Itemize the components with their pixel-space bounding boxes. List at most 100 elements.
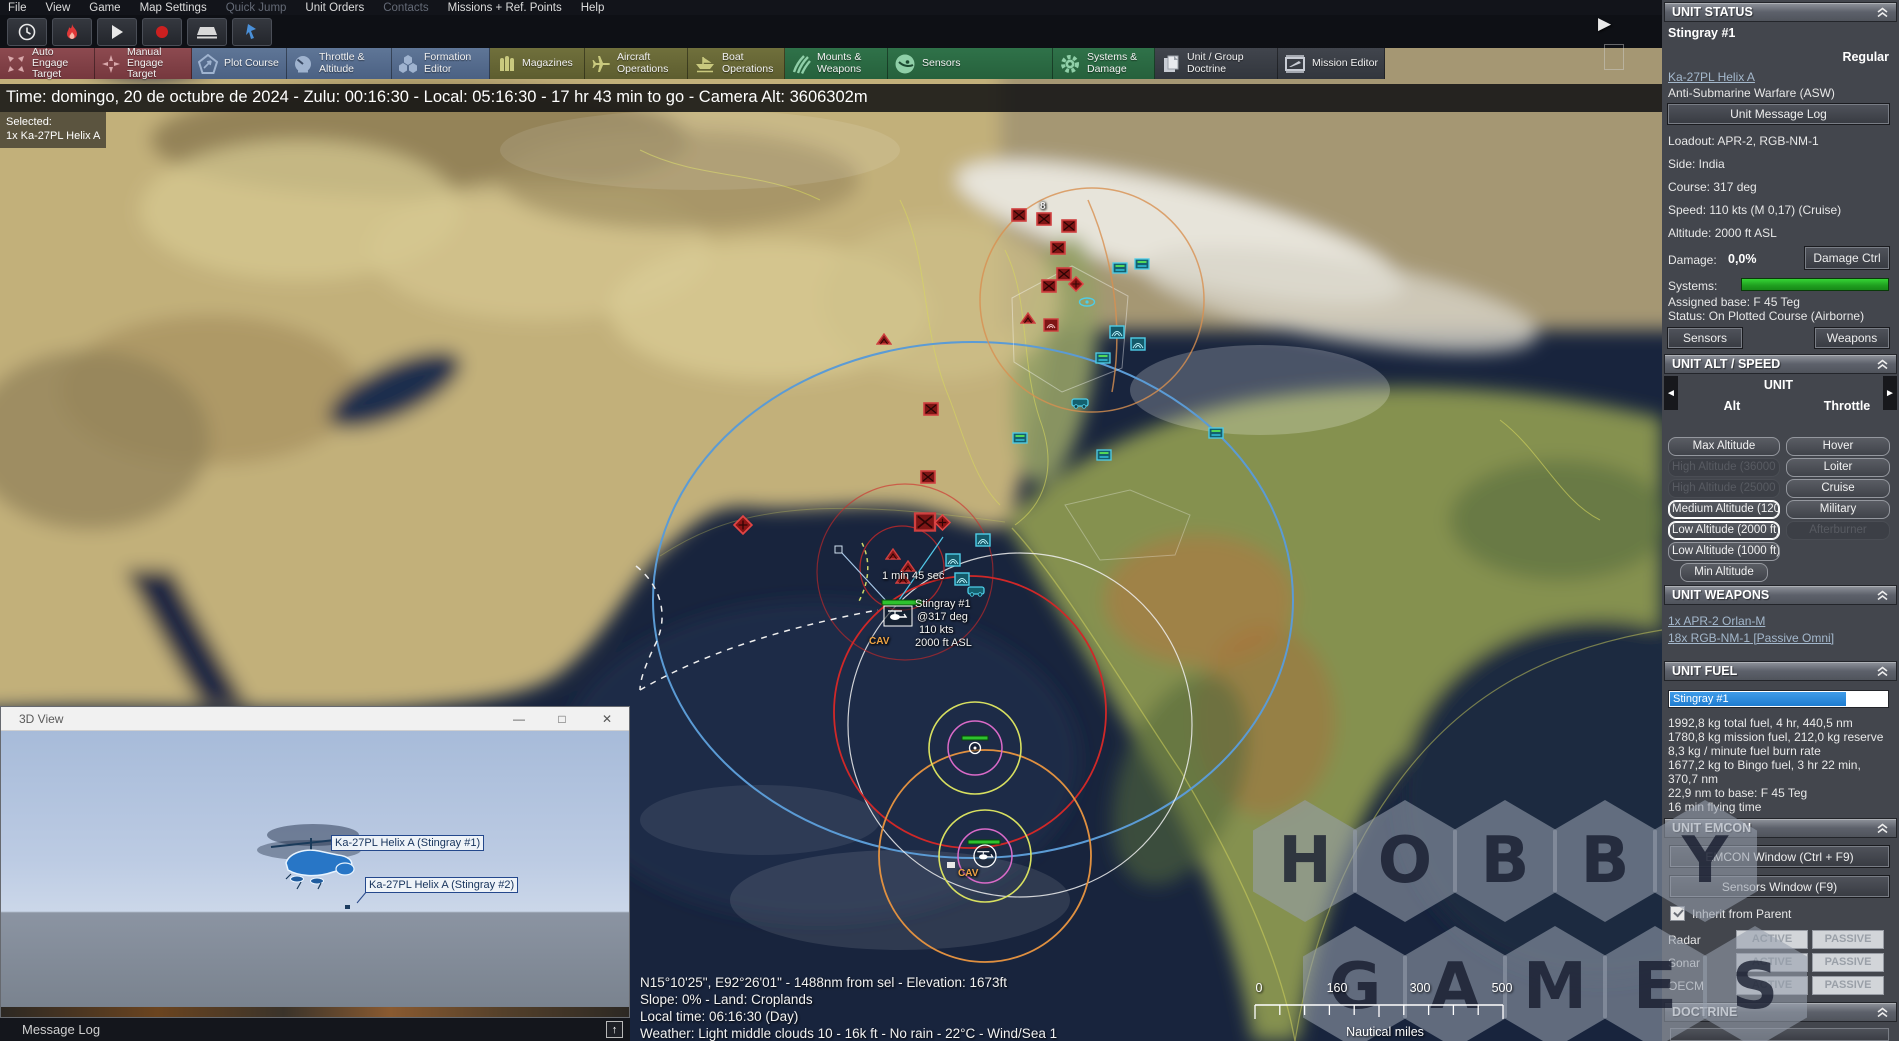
radar-passive-button[interactable]: PASSIVE bbox=[1812, 930, 1884, 949]
oecm-passive-button[interactable]: PASSIVE bbox=[1812, 976, 1884, 995]
sidebar-collapse-arrow[interactable]: ▶ bbox=[1598, 14, 1611, 34]
oecm-active-button[interactable]: ACTIVE bbox=[1736, 976, 1808, 995]
auto-engage-target-button[interactable]: Auto Engage Target bbox=[0, 48, 95, 79]
aircraft-operations-button[interactable]: Aircraft Operations bbox=[585, 48, 688, 79]
alt-column-label: Alt bbox=[1702, 399, 1762, 413]
throttle-military-button[interactable]: Military bbox=[1786, 500, 1890, 519]
section-unit-status: UNIT STATUS bbox=[1664, 2, 1897, 22]
message-log-label: Message Log bbox=[22, 1022, 100, 1037]
sensors-window-button[interactable]: Sensors Window (F9) bbox=[1670, 876, 1889, 897]
fuel-unit-list[interactable]: Stingray #1 bbox=[1668, 690, 1889, 708]
friendly-sensor-icon bbox=[976, 534, 990, 546]
sensors-button[interactable]: Sensors bbox=[888, 48, 1053, 79]
magazines-bullets-icon bbox=[496, 54, 516, 74]
view3d-scene[interactable]: Ka-27PL Helix A (Stingray #1) Ka-27PL He… bbox=[1, 731, 629, 1017]
manual-engage-icon bbox=[101, 54, 121, 74]
fuel-burn-rate-line: 8,3 kg / minute fuel burn rate bbox=[1668, 744, 1889, 758]
menu-missions-ref-points[interactable]: Missions + Ref. Points bbox=[448, 2, 562, 14]
menu-unit-orders[interactable]: Unit Orders bbox=[305, 2, 364, 14]
hostile-radar-icon bbox=[1044, 319, 1058, 331]
menu-file[interactable]: File bbox=[8, 2, 27, 14]
scenario-fire-button[interactable] bbox=[52, 18, 92, 46]
friendly-vehicle-icon bbox=[1072, 399, 1088, 408]
message-log-bar[interactable]: Message Log ↑ bbox=[0, 1018, 630, 1041]
record-button[interactable] bbox=[142, 18, 182, 46]
throttle-cruise-button[interactable]: Cruise bbox=[1786, 479, 1890, 498]
formation-editor-button[interactable]: Formation Editor bbox=[392, 48, 490, 79]
unit-message-log-button[interactable]: Unit Message Log bbox=[1668, 104, 1889, 124]
collapse-chevron-icon[interactable] bbox=[1876, 7, 1889, 18]
unit-status-header[interactable]: UNIT STATUS bbox=[1664, 2, 1897, 22]
systems-damage-button[interactable]: Systems & Damage bbox=[1053, 48, 1155, 79]
throttle-loiter-button[interactable]: Loiter bbox=[1786, 458, 1890, 477]
menu-contacts: Contacts bbox=[383, 2, 428, 14]
weapon-link-rgbnm1[interactable]: 18x RGB-NM-1 [Passive Omni] bbox=[1668, 631, 1834, 645]
unit-damage-value: 0,0% bbox=[1728, 252, 1788, 266]
ferry-icon bbox=[196, 24, 218, 40]
mission-editor-button[interactable]: Mission Editor bbox=[1278, 48, 1385, 79]
view3d-titlebar[interactable]: 3D View — □ ✕ bbox=[1, 707, 629, 731]
alt-speed-scope: UNIT bbox=[1668, 378, 1889, 392]
message-log-expand-button[interactable]: ↑ bbox=[606, 1021, 623, 1038]
unit-loadout: Loadout: APR-2, RGB-NM-1 bbox=[1668, 134, 1889, 148]
alt-medium-12000-button[interactable]: Medium Altitude (12000 ft) bbox=[1668, 500, 1780, 519]
plot-course-button[interactable]: Plot Course bbox=[192, 48, 287, 79]
gear-icon bbox=[1059, 53, 1081, 75]
map-tool-box[interactable] bbox=[1604, 44, 1624, 70]
range-rings bbox=[653, 188, 1293, 962]
course-waypoint-icon[interactable] bbox=[835, 546, 842, 553]
unit-emcon-header[interactable]: UNIT EMCON bbox=[1664, 818, 1897, 838]
fuel-selected-unit[interactable]: Stingray #1 bbox=[1670, 692, 1846, 706]
alt-speed-header[interactable]: UNIT ALT / SPEED bbox=[1664, 354, 1897, 374]
throttle-hover-button[interactable]: Hover bbox=[1786, 437, 1890, 456]
view3d-window[interactable]: 3D View — □ ✕ Ka-27PL bbox=[0, 706, 630, 1018]
mounts-weapons-button[interactable]: Mounts & Weapons bbox=[785, 48, 888, 79]
alt-min-button[interactable]: Min Altitude bbox=[1680, 563, 1768, 582]
pointer-jump-button[interactable] bbox=[232, 18, 272, 46]
unit-group-doctrine-button[interactable]: Unit / Group Doctrine bbox=[1155, 48, 1278, 79]
collapse-chevron-icon[interactable] bbox=[1876, 666, 1889, 677]
ferry-mission-button[interactable] bbox=[187, 18, 227, 46]
doctrine-header[interactable]: DOCTRINE bbox=[1664, 1002, 1897, 1022]
unit-type-link[interactable]: Ka-27PL Helix A bbox=[1668, 70, 1755, 84]
collapse-chevron-icon[interactable] bbox=[1876, 1007, 1889, 1018]
close-button[interactable]: ✕ bbox=[590, 707, 624, 731]
maximize-button[interactable]: □ bbox=[545, 707, 579, 731]
fuel-flying-time-line: 16 min flying time bbox=[1668, 800, 1889, 814]
sonar-passive-button[interactable]: PASSIVE bbox=[1812, 953, 1884, 972]
minimize-button[interactable]: — bbox=[502, 707, 536, 731]
menu-map-settings[interactable]: Map Settings bbox=[140, 2, 207, 14]
manual-engage-target-button[interactable]: Manual Engage Target bbox=[95, 48, 192, 79]
view3d-terrain-strip bbox=[1, 1007, 629, 1017]
weapon-link-apr2[interactable]: 1x APR-2 Orlan-M bbox=[1668, 614, 1765, 628]
unit-fuel-header[interactable]: UNIT FUEL bbox=[1664, 661, 1897, 681]
play-button[interactable] bbox=[97, 18, 137, 46]
weapons-panel-button[interactable]: Weapons bbox=[1815, 328, 1889, 348]
scale-tick-300: 300 bbox=[1410, 981, 1431, 995]
alt-low-2000-button[interactable]: Low Altitude (2000 ft) bbox=[1668, 521, 1780, 540]
inherit-checkbox[interactable] bbox=[1670, 906, 1685, 921]
local-time-line: Local time: 06:16:30 (Day) bbox=[640, 1008, 1057, 1025]
damage-ctrl-button[interactable]: Damage Ctrl bbox=[1805, 247, 1889, 269]
menu-game[interactable]: Game bbox=[89, 2, 120, 14]
magazines-button[interactable]: Magazines bbox=[490, 48, 585, 79]
throttle-altitude-button[interactable]: Throttle & Altitude bbox=[287, 48, 392, 79]
sonar-active-button[interactable]: ACTIVE bbox=[1736, 953, 1808, 972]
section-weapons: UNIT WEAPONS bbox=[1664, 585, 1897, 605]
emcon-window-button[interactable]: EMCON Window (Ctrl + F9) bbox=[1670, 846, 1889, 867]
menu-view[interactable]: View bbox=[46, 2, 71, 14]
radar-active-button[interactable]: ACTIVE bbox=[1736, 930, 1808, 949]
alt-max-button[interactable]: Max Altitude bbox=[1668, 437, 1780, 456]
unit-weapons-header[interactable]: UNIT WEAPONS bbox=[1664, 585, 1897, 605]
hostile-installation-icon bbox=[1012, 209, 1026, 221]
collapse-chevron-icon[interactable] bbox=[1876, 590, 1889, 601]
friendly-contacts[interactable] bbox=[946, 259, 1223, 596]
alt-low-1000-button[interactable]: Low Altitude (1000 ft) bbox=[1668, 542, 1780, 561]
collapse-chevron-icon[interactable] bbox=[1876, 359, 1889, 370]
sensors-panel-button[interactable]: Sensors bbox=[1668, 328, 1742, 348]
boat-operations-button[interactable]: Boat Operations bbox=[688, 48, 785, 79]
menu-help[interactable]: Help bbox=[581, 2, 605, 14]
time-compression-button[interactable] bbox=[7, 18, 47, 46]
wingman-helicopter-unit[interactable] bbox=[947, 840, 1000, 868]
collapse-chevron-icon[interactable] bbox=[1876, 823, 1889, 834]
